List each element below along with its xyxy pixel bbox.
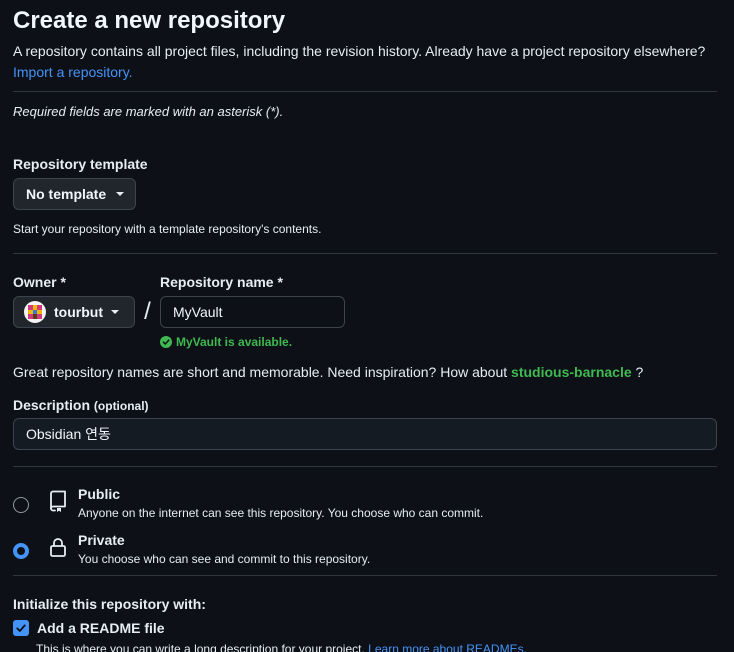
owner-label: Owner * [13,274,66,290]
repository-template-section: Repository template No template Start yo… [13,156,717,236]
name-inspiration: Great repository names are short and mem… [13,364,717,380]
public-description: Anyone on the internet can see this repo… [78,506,484,520]
checkmark-icon [16,624,26,632]
import-repository-link[interactable]: Import a repository. [13,64,133,80]
check-circle-icon [160,336,172,348]
availability-text: MyVault is available. [176,335,293,349]
inspiration-suffix: ? [635,364,644,380]
readme-checkbox[interactable] [13,620,29,636]
private-description: You choose who can see and commit to thi… [78,552,371,566]
template-hint: Start your repository with a template re… [13,222,322,236]
owner-repo-separator: / [144,298,151,325]
learn-more-readme-link[interactable]: Learn more about READMEs. [368,642,527,652]
description-input[interactable] [13,418,717,450]
owner-section: Owner * tourbut [13,274,135,349]
subtitle-text: A repository contains all project files,… [13,43,706,59]
template-dropdown-button[interactable]: No template [13,178,137,210]
public-title: Public [78,486,121,502]
readme-option[interactable]: Add a README file [13,620,717,636]
repo-icon [50,490,66,512]
initialize-title: Initialize this repository with: [13,596,206,612]
public-text: Public Anyone on the internet can see th… [78,486,483,520]
repository-name-label: Repository name * [160,274,283,290]
divider [13,253,717,254]
caret-down-icon [110,310,119,314]
suggested-name-button[interactable]: studious-barnacle [511,364,632,380]
readme-description: This is where you can write a long descr… [36,642,717,652]
optional-tag: (optional) [93,399,149,413]
identicon-icon [28,305,42,319]
owner-selected-value: tourbut [54,304,103,320]
caret-down-icon [116,192,125,196]
repository-name-input[interactable] [160,296,345,328]
new-repository-page: Create a new repository A repository con… [0,0,734,652]
repository-template-label: Repository template [13,156,148,172]
inspiration-text: Great repository names are short and mem… [13,364,508,380]
public-radio[interactable] [13,497,29,513]
page-title: Create a new repository [13,7,286,34]
page-subtitle: A repository contains all project files,… [13,41,717,83]
readme-label: Add a README file [37,620,165,636]
private-title: Private [78,532,125,548]
visibility-option-public[interactable]: Public Anyone on the internet can see th… [13,486,717,520]
avatar [24,301,46,323]
readme-description-text: This is where you can write a long descr… [36,642,365,652]
description-section: Description (optional) [13,397,717,450]
owner-name-row: Owner * tourbut / Repository name * MyVa… [13,274,717,349]
private-radio[interactable] [13,543,29,559]
description-label-text: Description [13,397,91,413]
divider [13,91,717,92]
lock-icon [50,538,66,557]
required-fields-note: Required fields are marked with an aster… [13,104,284,119]
divider [13,466,717,467]
visibility-option-private[interactable]: Private You choose who can see and commi… [13,532,717,566]
repository-name-section: Repository name * MyVault is available. [160,274,345,349]
template-selected-value: No template [26,186,107,202]
description-label: Description (optional) [13,397,717,413]
divider [13,575,717,576]
owner-dropdown-button[interactable]: tourbut [13,296,135,328]
private-text: Private You choose who can see and commi… [78,532,370,566]
name-availability: MyVault is available. [160,335,345,349]
